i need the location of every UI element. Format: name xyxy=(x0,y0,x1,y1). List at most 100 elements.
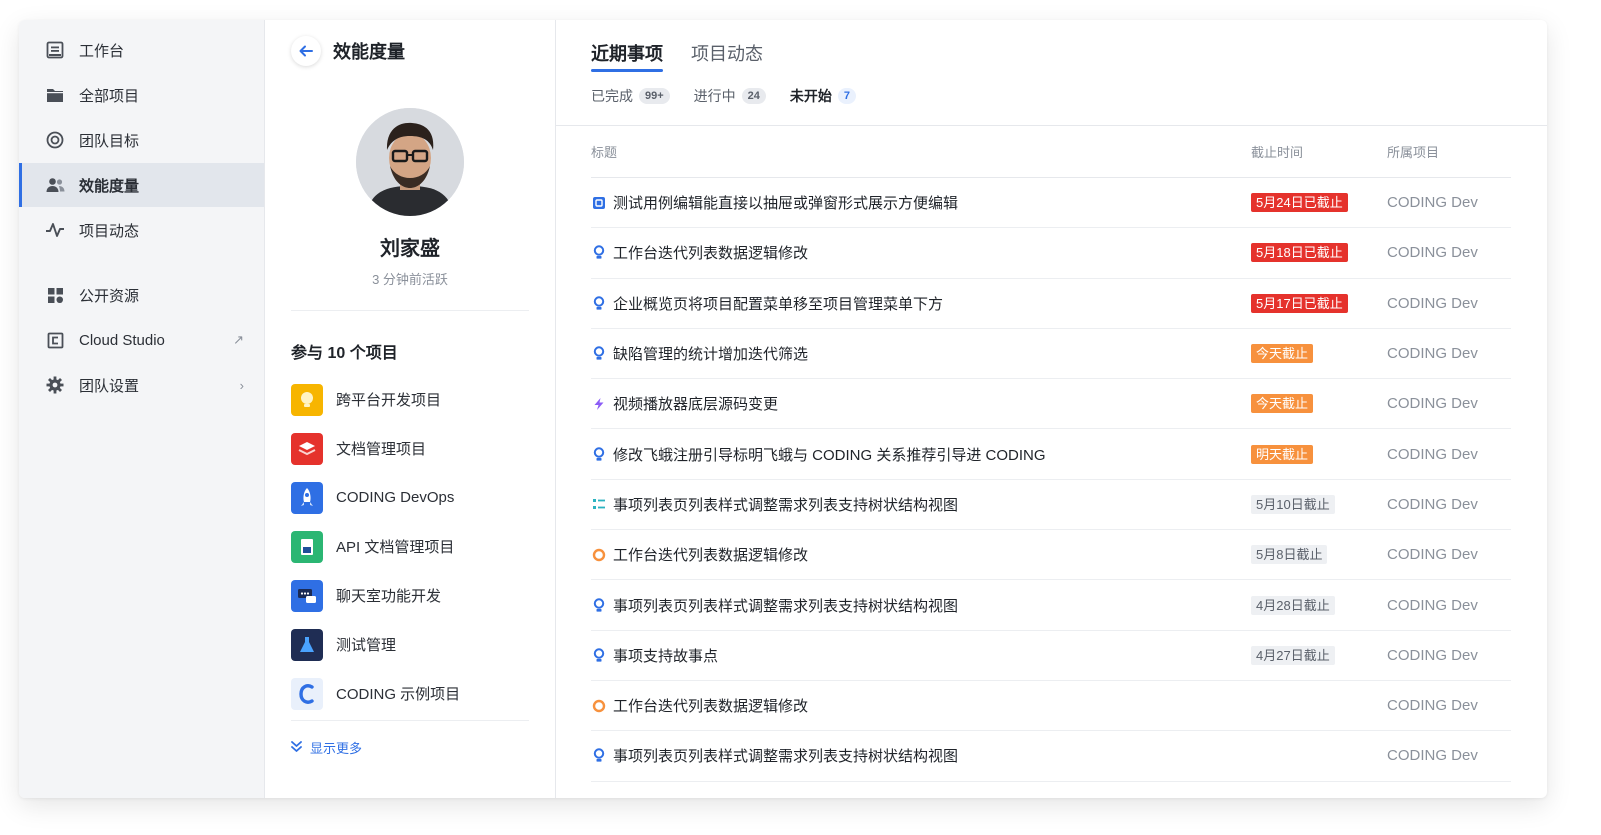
project-item[interactable]: CODING DevOps xyxy=(291,473,529,522)
grid-icon xyxy=(45,285,65,305)
row-title[interactable]: 工作台迭代列表数据逻辑修改 xyxy=(613,544,808,565)
deadline-badge: 5月8日截止 xyxy=(1251,545,1328,565)
table-row[interactable]: 事项列表页列表样式调整需求列表支持树状结构视图 4月28日截止 CODING Dev xyxy=(591,580,1511,631)
show-more-link[interactable]: 显示更多 xyxy=(291,738,362,757)
project-label: CODING 示例项目 xyxy=(336,686,461,703)
sidebar-item-label: 公开资源 xyxy=(79,287,140,305)
table-row[interactable]: 缺陷管理的统计增加迭代筛选 今天截止 CODING Dev xyxy=(591,329,1511,380)
project-label: API 文档管理项目 xyxy=(336,539,455,556)
gear-icon xyxy=(45,375,65,395)
table-row[interactable]: 工作台迭代列表数据逻辑修改 5月18日已截止 CODING Dev xyxy=(591,228,1511,279)
deadline-badge: 4月27日截止 xyxy=(1251,645,1335,665)
tab-bar: 近期事项 项目动态 xyxy=(591,20,1547,72)
table-row[interactable]: 企业概览页将项目配置菜单移至项目管理菜单下方 5月17日已截止 CODING Dev xyxy=(591,279,1511,329)
sidebar-item-label: 工作台 xyxy=(79,42,125,60)
document-icon xyxy=(291,530,323,563)
filter-label: 未开始 xyxy=(789,88,832,104)
row-title[interactable]: 测试用例编辑能直接以抽屉或弹窗形式展示方便编辑 xyxy=(613,192,958,213)
workbench-icon xyxy=(45,40,65,60)
row-project[interactable]: CODING Dev xyxy=(1387,496,1511,513)
sidebar-item-public-resources[interactable]: 公开资源 xyxy=(19,273,264,317)
table-row[interactable]: 工作台迭代列表数据逻辑修改 5月8日截止 CODING Dev xyxy=(591,530,1511,581)
avatar xyxy=(356,108,464,216)
table-body: 测试用例编辑能直接以抽屉或弹窗形式展示方便编辑 5月24日已截止 CODING De… xyxy=(591,178,1511,782)
deadline-badge: 5月10日截止 xyxy=(1251,494,1335,514)
project-item[interactable]: 聊天室功能开发 xyxy=(291,571,529,620)
row-project[interactable]: CODING Dev xyxy=(1387,747,1511,764)
row-title[interactable]: 修改飞蛾注册引导标明飞蛾与 CODING 关系推荐引导进 CODING xyxy=(613,444,1046,465)
filter-label: 进行中 xyxy=(693,88,736,104)
row-title[interactable]: 事项列表页列表样式调整需求列表支持树状结构视图 xyxy=(613,745,958,766)
tab-recent-items[interactable]: 近期事项 xyxy=(591,40,663,72)
table-row[interactable]: 事项列表页列表样式调整需求列表支持树状结构视图 5月10日截止 CODING Dev xyxy=(591,480,1511,531)
column-header-deadline[interactable]: 截止时间 xyxy=(1251,142,1387,161)
project-item[interactable]: API 文档管理项目 xyxy=(291,522,529,571)
project-label: 测试管理 xyxy=(336,637,397,654)
profile-panel: 效能度量 刘家盛 3 分钟前活跃 参与 10 个项目 跨平台开发项目 文档管理项… xyxy=(265,20,556,798)
project-item[interactable]: 测试管理 xyxy=(291,620,529,669)
filter-label: 已完成 xyxy=(591,88,633,104)
project-list: 跨平台开发项目 文档管理项目 CODING DevOps API 文档管理项目 xyxy=(291,375,529,718)
requirement-icon xyxy=(591,748,607,764)
activity-icon xyxy=(45,220,65,240)
row-title[interactable]: 视频播放器底层源码变更 xyxy=(613,393,778,414)
divider xyxy=(291,720,529,721)
row-project[interactable]: CODING Dev xyxy=(1387,546,1511,563)
tab-project-activity[interactable]: 项目动态 xyxy=(691,40,763,72)
sidebar-item-efficiency[interactable]: 效能度量 xyxy=(19,163,264,207)
row-project[interactable]: CODING Dev xyxy=(1387,697,1511,714)
count-badge: 99+ xyxy=(639,88,670,104)
task-circle-icon xyxy=(591,547,607,563)
row-title[interactable]: 工作台迭代列表数据逻辑修改 xyxy=(613,695,808,716)
lightbulb-icon xyxy=(291,383,323,416)
row-project[interactable]: CODING Dev xyxy=(1387,295,1511,312)
sidebar-item-team-settings[interactable]: 团队设置 › xyxy=(19,363,264,407)
sidebar-item-label: 团队设置 xyxy=(79,377,140,395)
back-button[interactable] xyxy=(291,36,321,66)
sidebar-item-workbench[interactable]: 工作台 xyxy=(19,28,264,72)
row-project[interactable]: CODING Dev xyxy=(1387,647,1511,664)
sidebar-item-label: 全部项目 xyxy=(79,87,140,105)
main-header: 近期事项 项目动态 已完成 99+ 进行中 24 未开始 7 xyxy=(556,20,1547,126)
table-row[interactable]: 视频播放器底层源码变更 今天截止 CODING Dev xyxy=(591,379,1511,430)
project-item[interactable]: 跨平台开发项目 xyxy=(291,375,529,424)
row-project[interactable]: CODING Dev xyxy=(1387,597,1511,614)
row-title[interactable]: 事项列表页列表样式调整需求列表支持树状结构视图 xyxy=(613,494,958,515)
show-more-label: 显示更多 xyxy=(310,741,363,756)
row-project[interactable]: CODING Dev xyxy=(1387,345,1511,362)
row-title[interactable]: 企业概览页将项目配置菜单移至项目管理菜单下方 xyxy=(613,293,943,314)
arrow-left-icon xyxy=(299,45,313,57)
project-item[interactable]: CODING 示例项目 xyxy=(291,669,529,718)
row-title[interactable]: 缺陷管理的统计增加迭代筛选 xyxy=(613,343,808,364)
table-row[interactable]: 测试用例编辑能直接以抽屉或弹窗形式展示方便编辑 5月24日已截止 CODING De… xyxy=(591,178,1511,229)
table-row[interactable]: 事项支持故事点 4月27日截止 CODING Dev xyxy=(591,631,1511,681)
table-row[interactable]: 事项列表页列表样式调整需求列表支持树状结构视图 CODING Dev xyxy=(591,731,1511,782)
coding-logo-icon xyxy=(291,677,323,710)
table-row[interactable]: 工作台迭代列表数据逻辑修改 CODING Dev xyxy=(591,681,1511,732)
row-project[interactable]: CODING Dev xyxy=(1387,194,1511,211)
table-row[interactable]: 修改飞蛾注册引导标明飞蛾与 CODING 关系推荐引导进 CODING 明天截止 C… xyxy=(591,429,1511,480)
sidebar-item-project-activity[interactable]: 项目动态 xyxy=(19,208,264,252)
deadline-badge: 5月24日已截止 xyxy=(1251,193,1348,213)
target-icon xyxy=(45,130,65,150)
filter-completed[interactable]: 已完成 99+ xyxy=(591,86,670,106)
sidebar-item-team-goals[interactable]: 团队目标 xyxy=(19,118,264,162)
row-title[interactable]: 事项列表页列表样式调整需求列表支持树状结构视图 xyxy=(613,595,958,616)
deadline-badge: 今天截止 xyxy=(1251,344,1314,364)
filter-in-progress[interactable]: 进行中 24 xyxy=(694,86,766,106)
row-project[interactable]: CODING Dev xyxy=(1387,395,1511,412)
main-panel: 近期事项 项目动态 已完成 99+ 进行中 24 未开始 7 标题 截止时间 所… xyxy=(556,20,1547,798)
cloud-studio-icon xyxy=(45,330,65,350)
column-header-title[interactable]: 标题 xyxy=(591,142,1251,161)
requirement-icon xyxy=(591,597,607,613)
filter-not-started[interactable]: 未开始 7 xyxy=(789,86,857,106)
column-header-project[interactable]: 所属项目 xyxy=(1387,142,1511,161)
sidebar-item-all-projects[interactable]: 全部项目 xyxy=(19,73,264,117)
project-label: 文档管理项目 xyxy=(336,441,427,458)
row-title[interactable]: 工作台迭代列表数据逻辑修改 xyxy=(613,242,808,263)
row-title[interactable]: 事项支持故事点 xyxy=(613,645,718,666)
project-item[interactable]: 文档管理项目 xyxy=(291,424,529,473)
row-project[interactable]: CODING Dev xyxy=(1387,244,1511,261)
sidebar-item-cloud-studio[interactable]: Cloud Studio ↗ xyxy=(19,318,264,362)
row-project[interactable]: CODING Dev xyxy=(1387,446,1511,463)
